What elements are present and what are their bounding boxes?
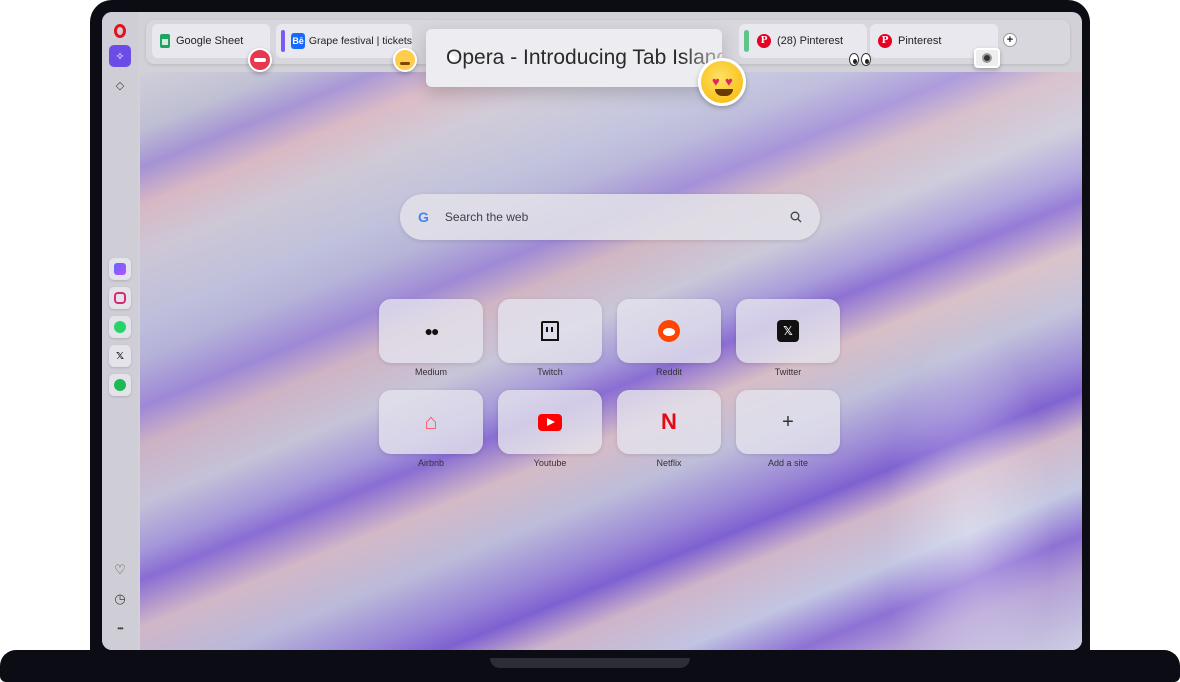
airbnb-icon: ⌂ [424,409,438,434]
diamond-icon: ◇ [115,79,125,92]
speed-dial-label: Netflix [656,458,682,468]
party-emoji-icon [393,48,417,72]
camera-emoji-icon [974,48,1000,68]
tab-island-indicator [744,30,749,52]
speed-dial-label: Reddit [655,367,682,377]
tab-label: Grape festival | tickets [308,35,412,47]
speed-dial-twitch[interactable]: Twitch [498,299,602,377]
tab-island-indicator [281,30,286,52]
bookmarks-button[interactable]: ♡ [109,559,131,581]
aria-button[interactable]: ✧ [109,45,131,67]
medium-icon: ●● [424,323,440,339]
speed-dial-label: Youtube [533,458,567,468]
whatsapp-icon [114,321,126,333]
speed-dial-label: Airbnb [417,458,444,468]
smile-icon [715,89,733,96]
eyes-emoji-icon [846,48,874,70]
laptop-notch [490,658,690,668]
tab-active-opera[interactable]: Opera - Introducing Tab Islands [426,29,722,87]
youtube-icon [538,413,562,431]
search-input[interactable] [444,210,790,224]
speed-dial-twitter[interactable]: 𝕏 Twitter [736,299,840,377]
speed-dial-label: Add a site [767,458,809,468]
instagram-icon [114,292,126,304]
speed-dial-netflix[interactable]: N Netflix [617,390,721,468]
x-icon: 𝕏 [777,320,799,342]
pinterest-icon: P [878,34,892,48]
heart-icon: ♡ [114,562,126,577]
speed-dial-youtube[interactable]: Youtube [498,390,602,468]
spotify-icon [114,379,126,391]
tab-label: (28) Pinterest [777,35,844,47]
heart-icon: ♥ [712,74,720,89]
speed-dial-medium[interactable]: ●● Medium [379,299,483,377]
heart-eyes-emoji-icon: ♥ ♥ [698,58,746,106]
sidebar: ✧ ◇ 𝕏 ♡ ◷ ••• [102,12,138,650]
more-icon: ••• [117,623,123,633]
sidebar-app-spotify[interactable] [109,374,131,396]
workspace-button[interactable]: ◇ [109,74,131,96]
heart-icon: ♥ [725,74,733,89]
tab-label: Google Sheet [176,35,244,47]
sidebar-app-x[interactable]: 𝕏 [109,345,131,367]
sidebar-app-opera[interactable] [109,258,131,280]
pinterest-icon: P [757,34,771,48]
wallpaper [140,72,1082,650]
plus-icon: + [782,410,794,433]
aria-icon: ✧ [115,50,125,63]
sidebar-app-whatsapp[interactable] [109,316,131,338]
opera-logo-icon [114,24,126,38]
reddit-icon [658,320,680,342]
behance-icon: Bē [291,33,305,49]
search-bar: G [400,194,820,240]
sidebar-more-button[interactable]: ••• [109,617,131,639]
speed-dial-label: Twitter [774,367,802,377]
new-tab-button[interactable]: + [1003,33,1017,47]
google-sheets-icon [160,34,170,48]
speed-dial-label: Medium [414,367,447,377]
twitch-icon [541,321,559,341]
speed-dial-add-site[interactable]: + Add a site [736,390,840,468]
sidebar-app-instagram[interactable] [109,287,131,309]
tab-label: Pinterest [898,35,942,47]
tab-label: Opera - Introducing Tab Islands [446,46,722,69]
clock-icon: ◷ [114,591,126,606]
opera-menu-button[interactable] [109,20,131,42]
browser-window: ✧ ◇ 𝕏 ♡ ◷ ••• Google Sheet Bē Grape fest… [102,12,1082,650]
netflix-icon: N [661,409,677,434]
no-entry-emoji-icon [248,48,272,72]
google-icon: G [418,209,429,225]
x-icon: 𝕏 [115,350,125,362]
speed-dial-label: Twitch [537,367,563,377]
speed-dial-reddit[interactable]: Reddit [617,299,721,377]
search-icon[interactable] [790,211,802,223]
history-button[interactable]: ◷ [109,588,131,610]
opera-app-icon [114,263,126,275]
speed-dial-airbnb[interactable]: ⌂ Airbnb [379,390,483,468]
tab-grape-festival[interactable]: Bē Grape festival | tickets [276,24,412,58]
